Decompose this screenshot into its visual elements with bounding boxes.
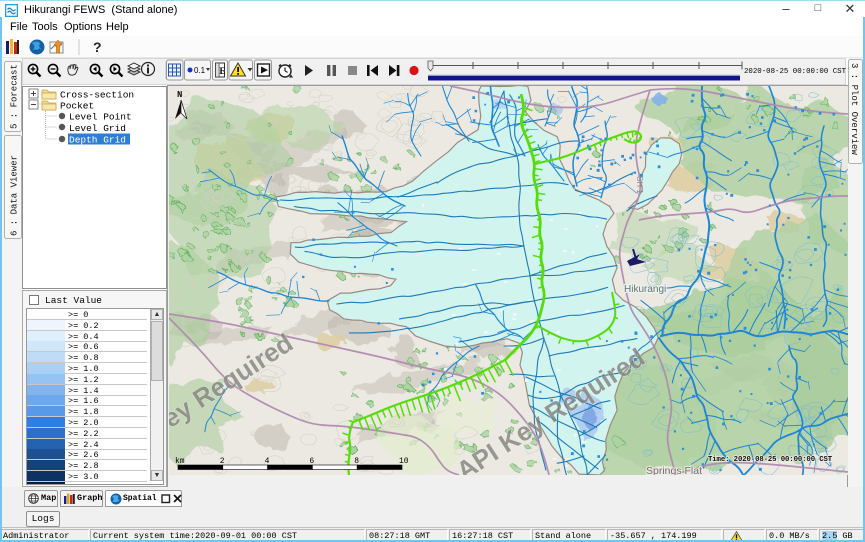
svg-text:Level Point: Level Point bbox=[69, 112, 132, 123]
svg-text:Depth Grid: Depth Grid bbox=[69, 135, 126, 146]
svg-text:Pocket: Pocket bbox=[60, 101, 94, 112]
svg-text:4: 4 bbox=[265, 457, 270, 466]
svg-text:8: 8 bbox=[354, 457, 359, 466]
svg-text:0.1: 0.1 bbox=[194, 66, 206, 75]
svg-text:Springs Flat: Springs Flat bbox=[646, 465, 702, 475]
svg-text:2020-08-25 00:00:00 CST: 2020-08-25 00:00:00 CST bbox=[744, 68, 847, 76]
svg-text:Time: 2020-08-25 00:00:00 CST: Time: 2020-08-25 00:00:00 CST bbox=[708, 456, 833, 464]
svg-text:2: 2 bbox=[220, 457, 225, 466]
svg-text:Hikurangi: Hikurangi bbox=[624, 284, 666, 295]
svg-text:6: 6 bbox=[309, 457, 314, 466]
svg-text:6 : Data Viewer: 6 : Data Viewer bbox=[10, 155, 20, 236]
svg-text:3 : Plot Overview: 3 : Plot Overview bbox=[849, 63, 859, 155]
svg-text:?: ? bbox=[93, 39, 102, 55]
svg-text:10: 10 bbox=[399, 457, 409, 466]
svg-text:Cross-section: Cross-section bbox=[60, 90, 134, 101]
svg-text:5 : Forecast: 5 : Forecast bbox=[10, 64, 20, 129]
svg-text:Level Grid: Level Grid bbox=[69, 123, 126, 134]
svg-text:km: km bbox=[175, 457, 185, 466]
svg-text:E: E bbox=[220, 66, 226, 76]
svg-text:N: N bbox=[177, 90, 182, 100]
svg-text:SH 1: SH 1 bbox=[635, 176, 644, 194]
